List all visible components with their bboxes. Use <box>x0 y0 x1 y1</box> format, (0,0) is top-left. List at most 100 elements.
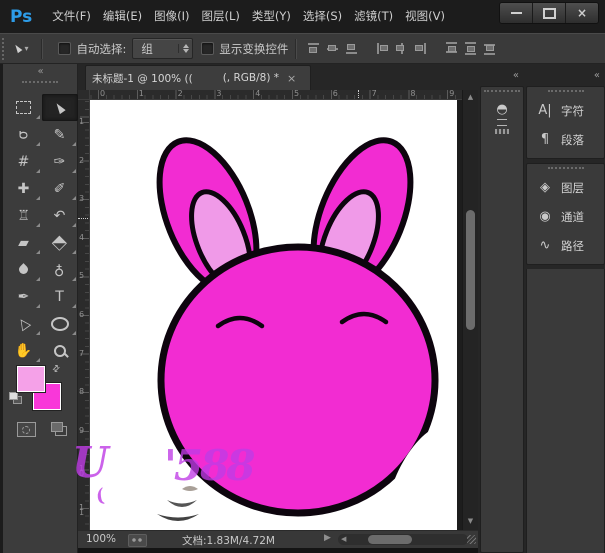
align-right-edges-button[interactable] <box>413 42 428 55</box>
align-bar-icon <box>346 52 357 54</box>
ruler-number: 8 <box>79 389 86 394</box>
align-top-edges-button[interactable] <box>306 42 321 55</box>
distribute-vertical-centers-button[interactable] <box>463 42 478 55</box>
flyout-triangle-icon <box>36 196 40 200</box>
default-colors-icon[interactable] <box>9 392 21 403</box>
document-title-suffix: (, RGB/8) * <box>223 72 279 84</box>
tool-icon: ✐ <box>54 181 66 197</box>
distribute-bottom-edges-button[interactable] <box>482 42 497 55</box>
close-button[interactable]: × <box>565 3 598 23</box>
blur-tool[interactable] <box>6 256 42 283</box>
history-brush-tool[interactable]: ↶ <box>42 202 78 229</box>
menubar-item[interactable]: 图层(L) <box>196 9 246 23</box>
auto-select-dropdown[interactable]: 组 <box>132 38 193 59</box>
menubar-item[interactable]: 图像(I) <box>148 9 195 23</box>
tool-icon <box>16 101 31 114</box>
dock-grip[interactable] <box>548 167 584 171</box>
lasso-tool[interactable]: σ <box>6 121 42 148</box>
maximize-icon <box>543 8 556 19</box>
align-horizontal-centers-button[interactable] <box>394 42 409 55</box>
quick-selection-tool[interactable]: ✎ <box>42 121 78 148</box>
align-box-icon <box>415 45 423 51</box>
close-icon: × <box>577 6 587 20</box>
quick-mask-mode-button[interactable] <box>17 422 36 437</box>
distribute-top-edges-button[interactable] <box>444 42 459 55</box>
color-swatches: ⇄ <box>9 364 73 416</box>
horizontal-type-tool[interactable]: T <box>42 283 78 310</box>
tools-panel-grip[interactable] <box>22 81 58 85</box>
panel-label: 路径 <box>561 238 584 254</box>
paths-panel-button[interactable]: ∿ 路径 <box>527 231 604 260</box>
window-resize-grip[interactable] <box>467 535 476 544</box>
align-bottom-edges-button[interactable] <box>344 42 359 55</box>
clone-stamp-tool[interactable]: ♖ <box>6 202 42 229</box>
layers-panel-button[interactable]: ◈ 图层 <box>527 173 604 202</box>
screen-mode-button[interactable] <box>51 422 63 432</box>
brush-tool[interactable]: ✐ <box>42 175 78 202</box>
menubar-item[interactable]: 视图(V) <box>399 9 451 23</box>
align-box-icon <box>467 46 475 52</box>
eraser-tool[interactable]: ▰ <box>6 229 42 256</box>
paragraph-panel-button[interactable]: ¶ 段落 <box>527 125 604 154</box>
paint-bucket-tool[interactable]: ◩ <box>42 229 78 256</box>
collapsed-3d-panel-button[interactable]: ◓ <box>481 96 523 140</box>
ruler-number: 2 <box>79 158 86 163</box>
horizontal-scrollbar-thumb[interactable] <box>368 535 412 544</box>
pen-tool[interactable]: ✒ <box>6 283 42 310</box>
menubar-item[interactable]: 文件(F) <box>46 9 97 23</box>
rectangular-marquee-tool[interactable] <box>6 94 42 121</box>
menubar-item[interactable]: 选择(S) <box>297 9 348 23</box>
collapse-dock-icon[interactable]: « <box>480 64 524 86</box>
panel-icon: ∿ <box>535 238 555 253</box>
hand-tool[interactable]: ✋ <box>6 337 42 364</box>
character-panel-button[interactable]: A| 字符 <box>527 96 604 125</box>
dodge-tool[interactable]: ♀ <box>42 256 78 283</box>
auto-select-checkbox[interactable] <box>58 42 71 55</box>
channels-panel-button[interactable]: ◉ 通道 <box>527 202 604 231</box>
minimize-button[interactable] <box>500 3 532 23</box>
status-menu-arrow-icon[interactable]: ▶ <box>324 533 331 543</box>
dock-grip[interactable] <box>484 90 520 94</box>
eyedropper-tool[interactable]: ✑ <box>42 148 78 175</box>
vertical-scrollbar-thumb[interactable] <box>466 210 475 330</box>
ellipse-tool[interactable] <box>42 310 78 337</box>
menubar-item[interactable]: 滤镜(T) <box>348 9 399 23</box>
crop-tool[interactable]: # <box>6 148 42 175</box>
tool-icon: ✎ <box>54 127 66 143</box>
vertical-scrollbar[interactable]: ▲ ▼ <box>462 90 478 530</box>
scroll-up-icon[interactable]: ▲ <box>463 93 478 101</box>
menubar-item[interactable]: 类型(Y) <box>246 9 297 23</box>
scroll-left-icon[interactable]: ◀ <box>341 535 346 543</box>
show-transform-checkbox[interactable] <box>201 42 214 55</box>
spot-healing-brush-tool[interactable]: ✚ <box>6 175 42 202</box>
photoshop-logo: Ps <box>10 7 32 27</box>
document-tab[interactable]: 未标题-1 @ 100% (( (, RGB/8) * × <box>85 65 311 90</box>
ruler-number: 4 <box>79 235 86 240</box>
scroll-down-icon[interactable]: ▼ <box>463 517 478 525</box>
options-bar-grip[interactable] <box>2 38 7 60</box>
menu-items: 文件(F)编辑(E)图像(I)图层(L)类型(Y)选择(S)滤镜(T)视图(V) <box>46 0 451 33</box>
auto-select-label: 自动选择: <box>76 41 126 57</box>
document-canvas[interactable]: '588 <box>90 100 457 530</box>
dock-grip[interactable] <box>548 90 584 94</box>
tool-preset-caret-icon[interactable]: ▾ <box>24 44 28 53</box>
menubar-item[interactable]: 编辑(E) <box>97 9 148 23</box>
align-box-icon <box>328 45 336 51</box>
zoom-level-field[interactable]: 100% <box>86 533 116 545</box>
collapse-tools-icon[interactable]: « <box>3 64 77 78</box>
foreground-color-swatch[interactable] <box>17 366 45 392</box>
move-tool[interactable]: ► <box>42 94 78 121</box>
flyout-triangle-icon <box>72 169 76 173</box>
ruler-corner[interactable] <box>78 90 90 100</box>
horizontal-scrollbar[interactable]: ◀ <box>338 534 468 545</box>
horizontal-ruler[interactable]: 0123456789 <box>90 90 462 100</box>
document-size-info: 文档:1.83M/4.72M <box>182 533 275 548</box>
swap-colors-icon[interactable]: ⇄ <box>51 363 63 375</box>
align-left-edges-button[interactable] <box>375 42 390 55</box>
collapse-dock-icon[interactable]: « <box>526 64 605 86</box>
maximize-button[interactable] <box>532 3 565 23</box>
align-vertical-centers-button[interactable] <box>325 42 340 55</box>
zoom-tool[interactable] <box>42 337 78 364</box>
tab-close-icon[interactable]: × <box>287 72 296 85</box>
path-selection-tool[interactable]: ▷ <box>6 310 42 337</box>
